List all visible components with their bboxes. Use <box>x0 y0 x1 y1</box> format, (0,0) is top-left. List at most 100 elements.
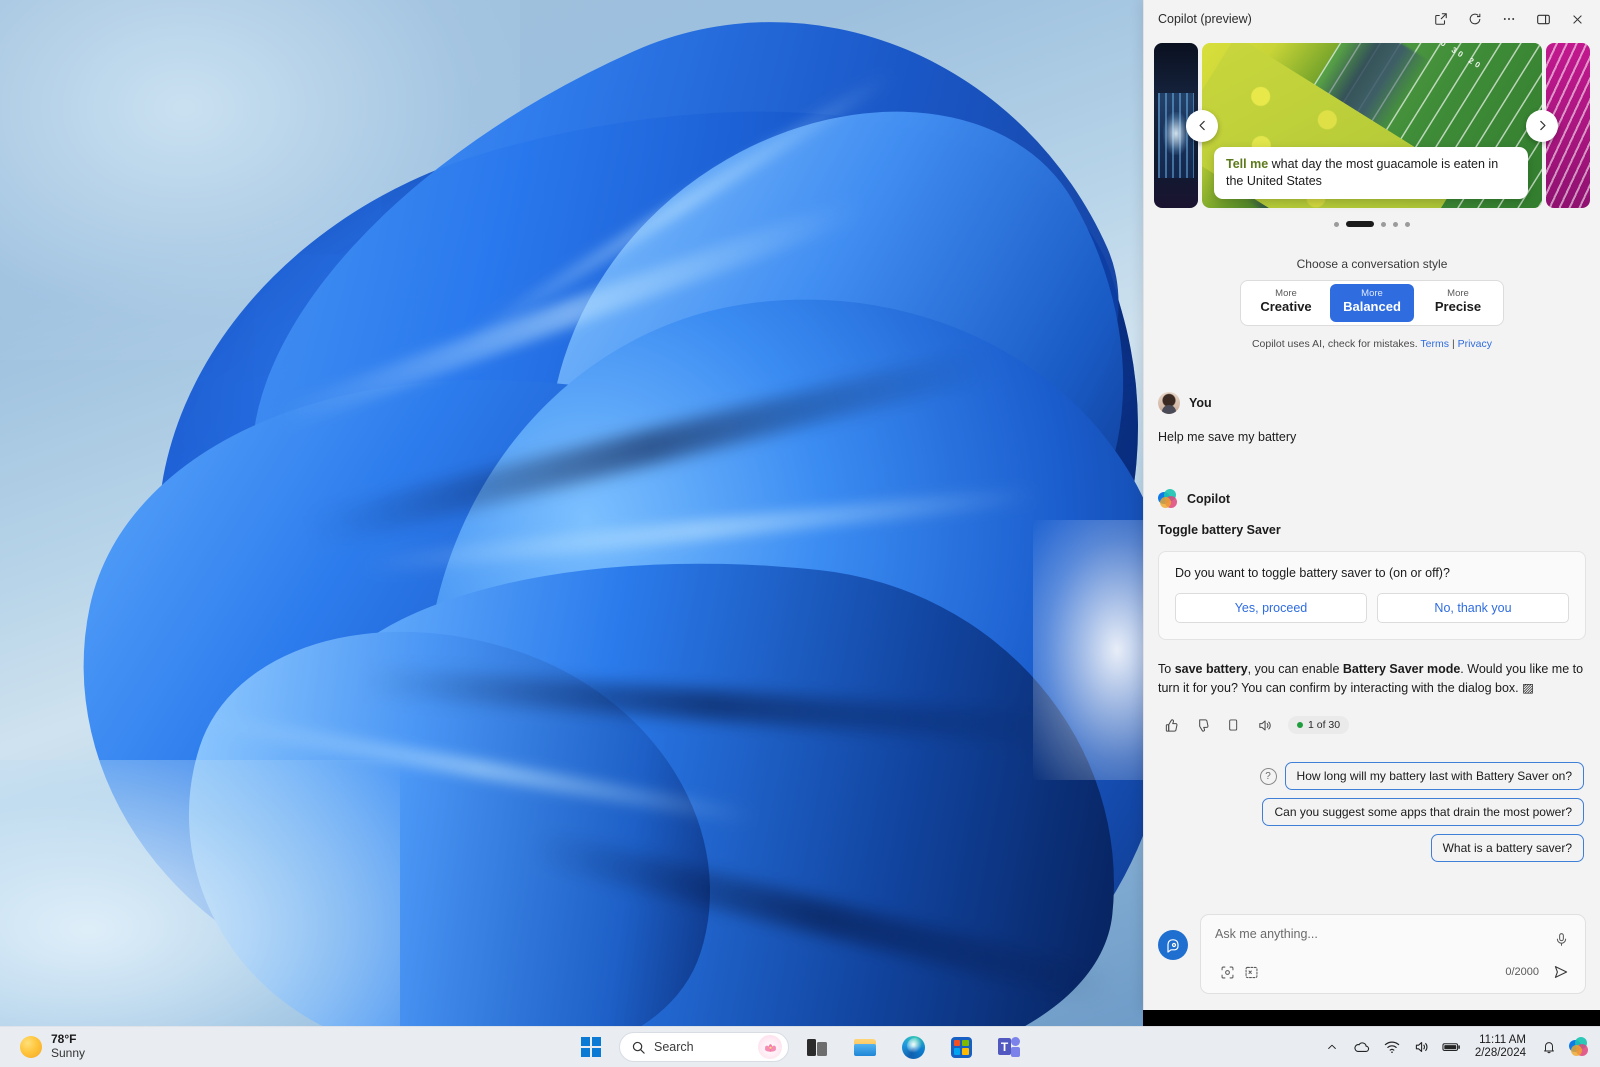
answer-run-3: Battery Saver mode <box>1343 662 1460 676</box>
file-explorer-icon <box>854 1038 876 1056</box>
carousel-suggestion-card[interactable]: Tell me what day the most guacamole is e… <box>1214 147 1528 199</box>
answer-run-0: To <box>1158 662 1175 676</box>
weather-text: 78°F Sunny <box>51 1033 85 1061</box>
microsoft-store-icon <box>951 1037 972 1058</box>
sun-icon <box>20 1036 42 1058</box>
more-options-icon[interactable] <box>1492 5 1526 33</box>
speaker-icon[interactable] <box>1251 712 1277 738</box>
followup-suggestions: ? How long will my battery last with Bat… <box>1158 762 1586 862</box>
conversation-style-label: Choose a conversation style <box>1144 257 1600 271</box>
style-option-precise[interactable]: More Precise <box>1416 284 1500 322</box>
screen: Copilot (preview) <box>0 0 1600 1067</box>
suggestion-chip-3[interactable]: What is a battery saver? <box>1431 834 1584 862</box>
visual-search-icon[interactable] <box>1215 960 1239 984</box>
clock-time: 11:11 AM <box>1475 1034 1526 1047</box>
start-button[interactable] <box>571 1030 611 1064</box>
search-placeholder: Search <box>654 1040 750 1054</box>
chevron-up-icon[interactable] <box>1319 1032 1345 1062</box>
copilot-icon[interactable] <box>1566 1034 1592 1060</box>
message-feedback-bar: 1 of 30 <box>1158 712 1586 738</box>
teams-letter: T <box>998 1038 1011 1055</box>
taskbar-app-area: Search <box>571 1030 1029 1064</box>
terms-link[interactable]: Terms <box>1420 338 1449 350</box>
wifi-icon[interactable] <box>1379 1032 1405 1062</box>
edge-button[interactable] <box>893 1030 933 1064</box>
message-composer: Ask me anything... <box>1144 900 1600 1010</box>
style-option-balanced[interactable]: More Balanced <box>1330 284 1414 322</box>
refresh-icon[interactable] <box>1458 5 1492 33</box>
suggestion-carousel: 50 40 30 20 <box>1154 38 1590 213</box>
weather-widget[interactable]: 78°F Sunny <box>12 1031 93 1063</box>
lotus-flower-icon <box>758 1035 782 1059</box>
style-option-creative-label: Creative <box>1254 300 1318 315</box>
user-message-header: You <box>1158 392 1586 414</box>
microsoft-store-button[interactable] <box>941 1030 981 1064</box>
suggestion-chip-1[interactable]: How long will my battery last with Batte… <box>1285 762 1584 790</box>
thumbs-up-icon[interactable] <box>1158 712 1184 738</box>
style-option-creative[interactable]: More Creative <box>1244 284 1328 322</box>
task-view-button[interactable] <box>797 1030 837 1064</box>
wallpaper-glow-bottom <box>0 760 400 1027</box>
thumbs-down-icon[interactable] <box>1189 712 1215 738</box>
disclaimer-text: Copilot uses AI, check for mistakes. <box>1252 338 1418 350</box>
character-counter: 0/2000 <box>1505 966 1539 978</box>
desktop-wallpaper[interactable] <box>0 0 1143 1027</box>
user-name: You <box>1189 396 1212 410</box>
conversation-style-segmented-control: More Creative More Balanced More Precise <box>1240 280 1504 326</box>
chat-input-box[interactable]: Ask me anything... <box>1200 914 1586 994</box>
suggestion-highlight: Tell me <box>1226 157 1268 171</box>
suggestion-chip-2[interactable]: Can you suggest some apps that drain the… <box>1262 798 1584 826</box>
notification-bell-icon[interactable] <box>1536 1032 1562 1062</box>
answer-run-1: save battery <box>1175 662 1248 676</box>
copy-icon[interactable] <box>1220 712 1246 738</box>
message-counter-text: 1 of 30 <box>1308 719 1340 731</box>
taskbar: 78°F Sunny Search <box>0 1026 1600 1067</box>
search-input[interactable]: Search <box>619 1032 789 1062</box>
volume-icon[interactable] <box>1409 1032 1435 1062</box>
message-counter-badge: 1 of 30 <box>1288 716 1349 734</box>
weather-condition: Sunny <box>51 1047 85 1061</box>
carousel-dot-active[interactable] <box>1346 221 1374 227</box>
split-pane-icon[interactable] <box>1526 5 1560 33</box>
carousel-dot[interactable] <box>1393 222 1398 227</box>
copilot-content-scroll: 50 40 30 20 <box>1144 38 1600 900</box>
carousel-dot[interactable] <box>1381 222 1386 227</box>
open-in-new-icon[interactable] <box>1424 5 1458 33</box>
copilot-titlebar: Copilot (preview) <box>1144 0 1600 38</box>
answer-run-2: , you can enable <box>1248 662 1343 676</box>
copilot-title: Copilot (preview) <box>1158 12 1424 26</box>
carousel-next-button[interactable] <box>1526 110 1558 142</box>
onedrive-icon[interactable] <box>1349 1032 1375 1062</box>
image-upload-icon[interactable] <box>1239 960 1263 984</box>
assistant-answer-text: To save battery, you can enable Battery … <box>1158 660 1586 699</box>
confirm-button[interactable]: Yes, proceed <box>1175 593 1367 623</box>
carousel-dots[interactable] <box>1144 213 1600 235</box>
carousel-prev-button[interactable] <box>1186 110 1218 142</box>
status-dot <box>1297 722 1303 728</box>
file-explorer-button[interactable] <box>845 1030 885 1064</box>
clock[interactable]: 11:11 AM 2/28/2024 <box>1469 1034 1532 1060</box>
carousel-dot[interactable] <box>1405 222 1410 227</box>
teams-dot-bottom <box>1011 1047 1020 1057</box>
decline-button[interactable]: No, thank you <box>1377 593 1569 623</box>
search-icon <box>631 1040 646 1055</box>
assistant-name: Copilot <box>1187 492 1230 506</box>
microphone-icon[interactable] <box>1549 927 1573 951</box>
copilot-taskbar-logo <box>1569 1037 1589 1057</box>
wallpaper-glow-right <box>1033 520 1143 780</box>
battery-icon[interactable] <box>1439 1032 1465 1062</box>
copilot-plugin-icon[interactable] <box>1158 930 1188 960</box>
send-icon[interactable] <box>1549 960 1573 984</box>
close-icon[interactable] <box>1560 5 1594 33</box>
system-tray: 11:11 AM 2/28/2024 <box>1319 1032 1592 1062</box>
privacy-link[interactable]: Privacy <box>1458 338 1492 350</box>
chat-input-placeholder[interactable]: Ask me anything... <box>1215 927 1549 941</box>
input-top-row: Ask me anything... <box>1215 927 1573 951</box>
teams-button[interactable]: T <box>989 1030 1029 1064</box>
copilot-logo-icon <box>1158 489 1178 509</box>
dialog-question: Do you want to toggle battery saver to (… <box>1175 566 1569 580</box>
teams-icon: T <box>998 1037 1020 1057</box>
assistant-message-header: Copilot <box>1158 489 1586 509</box>
response-title: Toggle battery Saver <box>1158 523 1586 537</box>
carousel-dot[interactable] <box>1334 222 1339 227</box>
